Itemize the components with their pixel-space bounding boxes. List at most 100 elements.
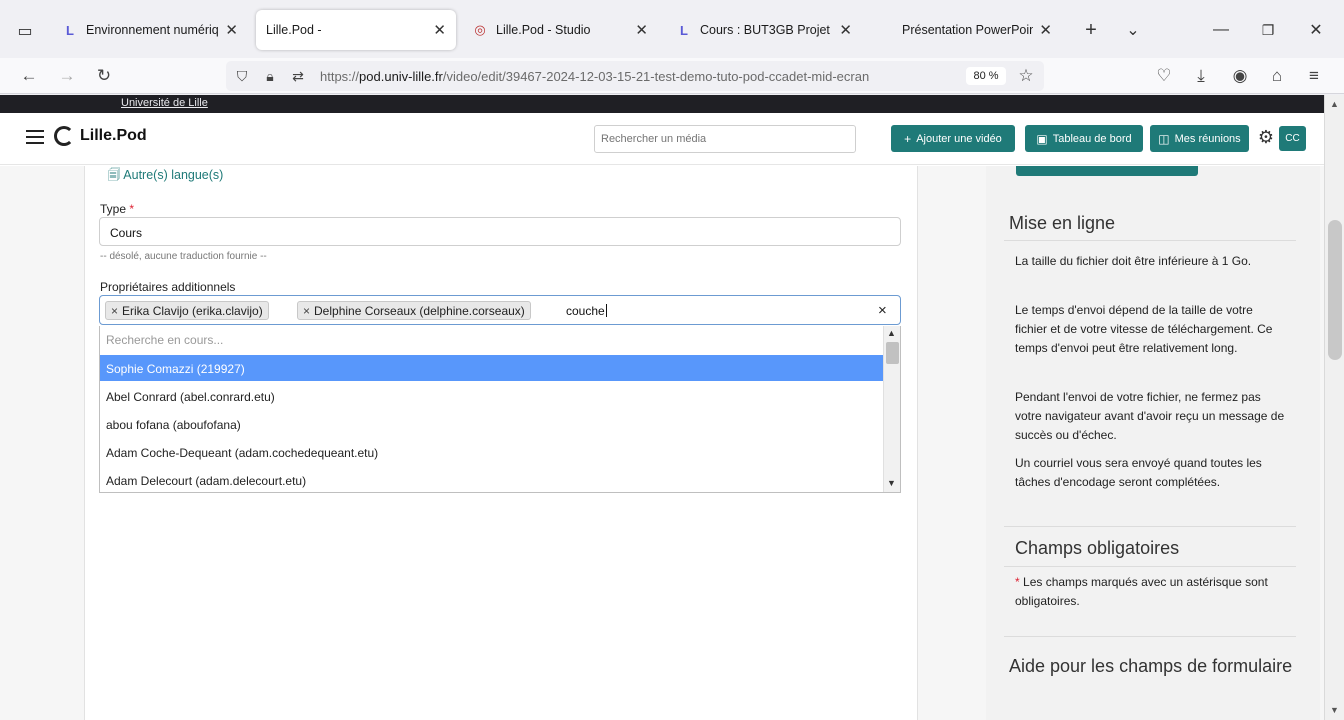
required-mark: * xyxy=(129,202,135,216)
university-link[interactable]: Université de Lille xyxy=(121,97,208,109)
site-header: Lille.Pod + Ajouter une vidéo ▣ Tableau de… xyxy=(0,113,1324,165)
tab-title: Cours : BUT3GB Projet Pe xyxy=(700,23,833,37)
address-bar[interactable]: ⛉ 🔒︎ ⇄ https://pod.univ-lille.fr/video/e… xyxy=(226,61,1044,91)
remove-chip-icon[interactable]: × xyxy=(111,304,118,318)
close-tab-icon[interactable]: ✕ xyxy=(433,21,446,39)
tab-lille-pod-studio[interactable]: ◎ Lille.Pod - Studio ✕ xyxy=(462,10,658,50)
page-scrollbar[interactable]: ▲ ▼ xyxy=(1324,95,1344,720)
my-meetings-button[interactable]: ◫ Mes réunions xyxy=(1150,125,1249,152)
university-bar: Université de Lille xyxy=(0,95,1324,113)
web-page: Université de Lille Lille.Pod + Ajouter u… xyxy=(0,95,1324,720)
other-languages-link[interactable]: 🗐︎ Autre(s) langue(s) xyxy=(108,166,223,187)
chevron-down-icon[interactable]: ⌄ xyxy=(1119,18,1147,42)
dropdown-scroll-thumb[interactable] xyxy=(886,342,899,364)
lille-logo-icon: L xyxy=(680,22,688,38)
divider xyxy=(1004,636,1296,637)
type-label-text: Type xyxy=(100,202,127,216)
scroll-down-icon[interactable]: ▼ xyxy=(1330,705,1339,715)
page-scroll-thumb[interactable] xyxy=(1328,220,1342,360)
meetings-icon: ◫ xyxy=(1158,131,1170,146)
restore-icon[interactable]: ❐ xyxy=(1254,18,1282,42)
close-window-icon[interactable]: ✕ xyxy=(1302,18,1330,42)
dashboard-icon: ▣ xyxy=(1036,131,1048,146)
browser-tab-bar: ▭ L Environnement numérique ✕ Lille.Pod … xyxy=(0,0,1344,58)
online-title: Mise en ligne xyxy=(1009,213,1116,233)
lille-logo-icon: L xyxy=(66,22,74,38)
online-paragraph: Un courriel vous sera envoyé quand toute… xyxy=(1015,456,1262,489)
owner-chip: × Delphine Corseaux (delphine.corseaux) xyxy=(297,301,531,320)
tab-list-icon[interactable]: ▭ xyxy=(10,18,40,44)
owners-search-input[interactable]: couche xyxy=(566,304,607,318)
lock-icon[interactable]: 🔒︎ xyxy=(260,66,280,86)
required-fields-title: Champs obligatoires xyxy=(1015,538,1180,558)
search-media-input[interactable] xyxy=(594,125,856,153)
owner-chip-label: Delphine Corseaux (delphine.corseaux) xyxy=(314,303,525,318)
minimize-icon[interactable]: — xyxy=(1207,18,1235,42)
tab-title: Lille.Pod - xyxy=(266,23,322,37)
gear-icon[interactable]: ⚙ xyxy=(1256,127,1276,147)
close-tab-icon[interactable]: ✕ xyxy=(1039,21,1052,39)
download-icon[interactable]: ⤓ xyxy=(1188,63,1214,89)
dropdown-option[interactable]: Sophie Comazzi (219927) xyxy=(100,355,883,381)
online-paragraph: La taille du fichier doit être inférieur… xyxy=(1015,254,1252,268)
dropdown-scrollbar[interactable]: ▲ ▼ xyxy=(883,326,900,492)
back-icon[interactable]: ← xyxy=(16,63,42,89)
meetings-label: Mes réunions xyxy=(1174,132,1241,145)
account-icon[interactable]: ◉ xyxy=(1227,63,1253,89)
translate-icon: 🗐︎ xyxy=(108,168,121,182)
clear-selection-icon[interactable]: × xyxy=(878,302,887,319)
permissions-icon[interactable]: ⇄ xyxy=(288,66,308,86)
menu-icon[interactable]: ≡ xyxy=(1301,63,1327,89)
required-text: Les champs marqués avec un astérisque so… xyxy=(1015,575,1268,608)
scroll-down-icon[interactable]: ▼ xyxy=(887,478,896,488)
additional-owners-label: Propriétaires additionnels xyxy=(100,280,236,294)
required-fields-text: * Les champs marqués avec un astérisque … xyxy=(1015,573,1287,611)
extensions-icon[interactable]: ⌂ xyxy=(1264,63,1290,89)
tab-lille-pod[interactable]: Lille.Pod - ✕ xyxy=(256,10,456,50)
new-tab-icon[interactable]: + xyxy=(1077,18,1105,42)
tab-title: Environnement numérique xyxy=(86,23,220,37)
url-domain: pod.univ-lille.fr xyxy=(359,69,443,84)
tab-presentation-powerpoint[interactable]: Présentation PowerPoint ✕ xyxy=(892,10,1062,50)
avatar[interactable]: CC xyxy=(1279,126,1306,151)
forward-icon[interactable]: → xyxy=(54,63,80,89)
required-star: * xyxy=(1015,575,1020,589)
divider xyxy=(1004,566,1296,567)
add-video-label: Ajouter une vidéo xyxy=(916,132,1002,145)
url-text[interactable]: https://pod.univ-lille.fr/video/edit/394… xyxy=(320,69,954,84)
scroll-up-icon[interactable]: ▲ xyxy=(1330,99,1339,109)
additional-owners-select[interactable]: × Erika Clavijo (erika.clavijo) × Delphine… xyxy=(99,295,901,325)
close-tab-icon[interactable]: ✕ xyxy=(635,21,648,39)
hamburger-menu-icon[interactable] xyxy=(26,130,44,144)
other-languages-label: Autre(s) langue(s) xyxy=(123,168,224,182)
add-video-button[interactable]: + Ajouter une vidéo xyxy=(891,125,1015,152)
tab-cours-but3gb[interactable]: L Cours : BUT3GB Projet Pe ✕ xyxy=(666,10,862,50)
remove-chip-icon[interactable]: × xyxy=(303,304,310,318)
close-tab-icon[interactable]: ✕ xyxy=(225,21,238,39)
tab-title: Lille.Pod - Studio xyxy=(496,23,591,37)
tab-environnement[interactable]: L Environnement numérique ✕ xyxy=(52,10,248,50)
dashboard-button[interactable]: ▣ Tableau de bord xyxy=(1025,125,1143,152)
lille-pod-logo-icon[interactable] xyxy=(54,126,74,146)
online-paragraph: Pendant l'envoi de votre fichier, ne fer… xyxy=(1015,390,1285,442)
zoom-level-badge[interactable]: 80 % xyxy=(966,67,1006,85)
pocket-icon[interactable]: ♡ xyxy=(1151,63,1177,89)
sidebar-button-partial[interactable] xyxy=(1016,166,1198,176)
type-select[interactable]: Cours xyxy=(99,217,901,246)
shield-icon[interactable]: ⛉ xyxy=(232,66,252,86)
dropdown-option[interactable]: Adam Delecourt (adam.delecourt.etu) xyxy=(100,467,883,493)
divider xyxy=(1004,526,1296,527)
dropdown-option[interactable]: abou fofana (aboufofana) xyxy=(100,411,883,437)
url-path: /video/edit/39467-2024-12-03-15-21-test-… xyxy=(442,69,870,84)
scroll-up-icon[interactable]: ▲ xyxy=(887,328,896,338)
dashboard-label: Tableau de bord xyxy=(1052,132,1132,145)
reload-icon[interactable]: ↻ xyxy=(91,63,117,89)
type-label: Type * xyxy=(100,202,134,216)
dropdown-option[interactable]: Abel Conrard (abel.conrard.etu) xyxy=(100,383,883,409)
online-paragraph: Le temps d'envoi dépend de la taille de … xyxy=(1015,303,1273,355)
dropdown-option[interactable]: Adam Coche-Dequeant (adam.cochedequeant.… xyxy=(100,439,883,465)
bookmark-star-icon[interactable]: ☆ xyxy=(1016,66,1036,86)
close-tab-icon[interactable]: ✕ xyxy=(839,21,852,39)
searching-message: Recherche en cours... xyxy=(106,333,224,347)
site-logo[interactable]: Lille.Pod xyxy=(80,127,147,145)
